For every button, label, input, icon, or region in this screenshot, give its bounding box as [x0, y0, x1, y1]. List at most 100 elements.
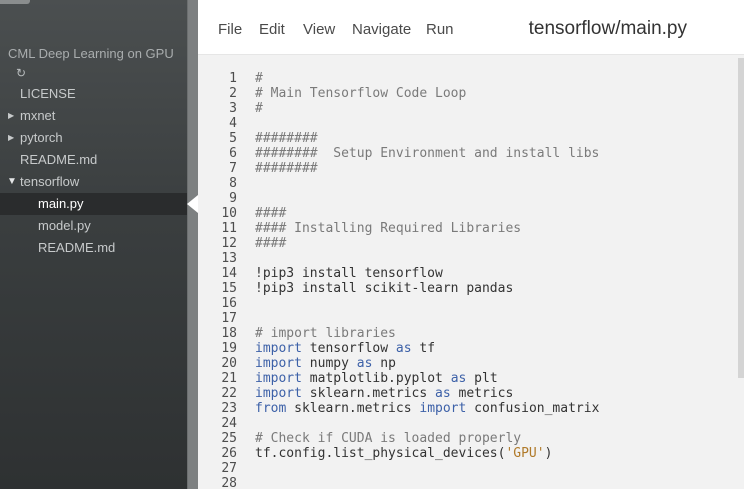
sidebar-scrollbar[interactable]: [187, 0, 198, 489]
code-token-kw: import: [419, 401, 467, 416]
menu-bar: File Edit View Navigate Run tensorflow/m…: [198, 0, 744, 55]
code-text: !pip3 install scikit-learn pandas: [255, 281, 513, 296]
code-token-comment: #### Installing Required Libraries: [255, 221, 522, 236]
code-line: 4: [198, 116, 738, 131]
code-token-str: 'GPU': [505, 446, 545, 461]
line-number: 26: [221, 446, 237, 461]
line-number: 8: [229, 176, 237, 191]
line-number: 1: [229, 71, 237, 86]
line-number: 7: [229, 161, 237, 176]
file-title: tensorflow/main.py: [528, 18, 687, 39]
code-line: 2 # Main Tensorflow Code Loop: [198, 86, 738, 101]
code-token-kw: import: [255, 341, 302, 356]
line-number: 14: [221, 266, 237, 281]
code-token-comment: # import libraries: [255, 326, 396, 341]
code-token-comment: #: [255, 71, 263, 86]
code-line: 27: [198, 461, 738, 476]
code-line: 21 import matplotlib.pyplot as plt: [198, 371, 738, 386]
code-line: 24: [198, 416, 738, 431]
code-token-plain: np: [372, 356, 396, 371]
code-text: # import libraries: [255, 326, 396, 341]
code-line: 19 import tensorflow as tf: [198, 341, 738, 356]
code-line: 22 import sklearn.metrics as metrics: [198, 386, 738, 401]
file-license[interactable]: LICENSE: [0, 83, 187, 105]
code-line: 25 # Check if CUDA is loaded properly: [198, 431, 738, 446]
file-readme-md[interactable]: README.md: [0, 149, 187, 171]
line-number: 10: [221, 206, 237, 221]
code-text: import matplotlib.pyplot as plt: [255, 371, 498, 386]
tree-item-label: main.py: [38, 196, 84, 211]
line-number: 25: [221, 431, 237, 446]
code-line: 18 # import libraries: [198, 326, 738, 341]
code-line: 7 ########: [198, 161, 738, 176]
code-line: 12 ####: [198, 236, 738, 251]
code-token-plain: ): [544, 446, 553, 461]
line-number: 18: [221, 326, 237, 341]
code-token-kw: as: [395, 341, 412, 356]
file-model-py[interactable]: model.py: [0, 215, 187, 237]
folder-pytorch[interactable]: ▶ pytorch: [0, 127, 187, 149]
refresh-icon[interactable]: ↻: [16, 66, 26, 80]
line-number: 19: [221, 341, 237, 356]
editor-scrollbar[interactable]: [738, 58, 744, 378]
chevron-right-icon[interactable]: ▶: [8, 127, 14, 149]
line-number: 20: [221, 356, 237, 371]
code-line: 8: [198, 176, 738, 191]
code-line: 6 ######## Setup Environment and install …: [198, 146, 738, 161]
line-number: 12: [221, 236, 237, 251]
code-line: 23 from sklearn.metrics import confusion_…: [198, 401, 738, 416]
tree-item-label: tensorflow: [20, 174, 80, 189]
file-main-py[interactable]: main.py: [0, 193, 187, 215]
code-token-plain: sklearn.metrics: [301, 386, 436, 401]
code-token-comment: ####: [255, 236, 287, 251]
tree-item-label: LICENSE: [20, 86, 76, 101]
code-token-plain: confusion_matrix: [466, 401, 600, 416]
code-token-comment: ######## Setup Environment and install l…: [255, 146, 600, 161]
code-token-comment: #: [255, 101, 263, 116]
code-text: ########: [255, 131, 318, 146]
code-token-plain: numpy: [301, 356, 357, 371]
line-number: 2: [229, 86, 237, 101]
code-line: 14 !pip3 install tensorflow: [198, 266, 738, 281]
code-line: 20 import numpy as np: [198, 356, 738, 371]
tree-item-label: pytorch: [20, 130, 63, 145]
code-token-comment: ########: [255, 161, 318, 176]
chevron-down-icon[interactable]: ▼: [7, 171, 17, 193]
line-number: 17: [221, 311, 237, 326]
code-token-kw: as: [356, 356, 373, 371]
code-token-comment: # Check if CUDA is loaded properly: [255, 431, 522, 446]
file-readme-md[interactable]: README.md: [0, 237, 187, 259]
code-editor[interactable]: 1 #2 # Main Tensorflow Code Loop 3 #4 5 ######…: [198, 55, 744, 491]
line-number: 13: [221, 251, 237, 266]
code-line: 10 ####: [198, 206, 738, 221]
code-text: # Check if CUDA is loaded properly: [255, 431, 521, 446]
line-number: 27: [221, 461, 237, 476]
code-token-kw: import: [255, 371, 302, 386]
line-number: 9: [229, 191, 237, 206]
menu-run[interactable]: Run: [426, 21, 454, 38]
code-text: # Main Tensorflow Code Loop: [255, 86, 466, 101]
line-number: 11: [221, 221, 237, 236]
code-text: tf.config.list_physical_devices('GPU'): [255, 446, 552, 461]
selection-pointer: [187, 195, 198, 213]
code-text: ######## Setup Environment and install l…: [255, 146, 599, 161]
code-token-plain: plt: [466, 371, 498, 386]
chevron-right-icon[interactable]: ▶: [8, 105, 14, 127]
menu-view[interactable]: View: [303, 21, 335, 38]
tree-item-label: model.py: [38, 218, 91, 233]
menu-file[interactable]: File: [218, 21, 242, 38]
code-token-kw: import: [255, 386, 302, 401]
code-token-plain: tf.config.list_physical_devices(: [255, 446, 506, 461]
code-line: 11 #### Installing Required Libraries: [198, 221, 738, 236]
menu-navigate[interactable]: Navigate: [352, 21, 411, 38]
folder-mxnet[interactable]: ▶ mxnet: [0, 105, 187, 127]
line-number: 15: [221, 281, 237, 296]
menu-edit[interactable]: Edit: [259, 21, 285, 38]
code-line: 17: [198, 311, 738, 326]
folder-tensorflow[interactable]: ▼ tensorflow: [0, 171, 187, 193]
window-corner: [0, 0, 30, 4]
code-token-comment: ####: [255, 206, 287, 221]
line-number: 4: [229, 116, 237, 131]
tree-item-label: mxnet: [20, 108, 56, 123]
code-text: import tensorflow as tf: [255, 341, 435, 356]
